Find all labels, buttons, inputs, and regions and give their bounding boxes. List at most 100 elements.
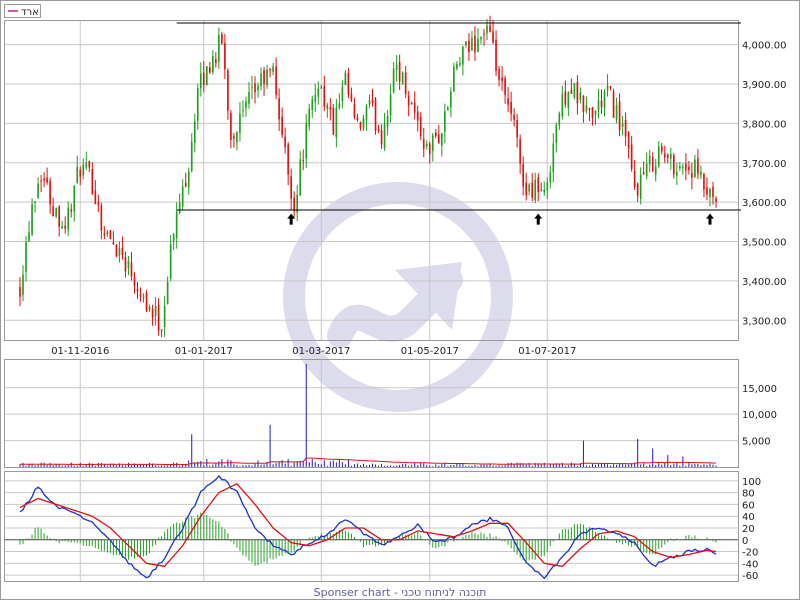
candle-body bbox=[450, 91, 452, 108]
candle-body bbox=[468, 40, 470, 53]
candle-body bbox=[440, 133, 443, 146]
price-tick-label: 3,300.00 bbox=[742, 316, 787, 327]
candle-body bbox=[79, 169, 82, 177]
candle-body bbox=[58, 206, 60, 227]
x-tick-label: 01-05-2017 bbox=[401, 346, 459, 357]
candle-body bbox=[465, 41, 467, 46]
candle-body bbox=[311, 99, 314, 110]
candle-body bbox=[582, 96, 585, 112]
candle-body bbox=[676, 171, 678, 176]
candle-body bbox=[627, 132, 630, 149]
candle-body bbox=[25, 242, 27, 272]
candle-body bbox=[591, 107, 594, 118]
candle-body bbox=[477, 38, 479, 53]
candle-body bbox=[40, 180, 42, 182]
candle-body bbox=[305, 122, 308, 159]
candle-body bbox=[416, 111, 419, 121]
candle-body bbox=[679, 166, 681, 169]
candle-body bbox=[504, 78, 506, 96]
price-tick-label: 3,600.00 bbox=[742, 198, 787, 209]
candle-body bbox=[154, 305, 157, 316]
candle-body bbox=[682, 166, 684, 169]
candle-body bbox=[706, 187, 708, 195]
candle-body bbox=[46, 177, 48, 183]
x-tick-label: 01-07-2017 bbox=[518, 346, 576, 357]
candle-body bbox=[404, 72, 407, 95]
candle-body bbox=[31, 204, 33, 235]
candle-body bbox=[437, 134, 440, 143]
candle-body bbox=[323, 86, 326, 108]
candle-body bbox=[76, 166, 79, 183]
candle-body bbox=[260, 73, 262, 86]
candle-body bbox=[356, 117, 359, 121]
outer-border bbox=[0, 0, 800, 600]
x-tick-label: 01-03-2017 bbox=[292, 346, 350, 357]
candle-body bbox=[531, 182, 534, 198]
candle-body bbox=[621, 123, 624, 127]
price-tick-label: 3,900.00 bbox=[742, 80, 787, 91]
candle-body bbox=[106, 231, 109, 235]
price-tick-label: 3,800.00 bbox=[742, 119, 787, 130]
candle-body bbox=[329, 107, 332, 110]
candle-body bbox=[347, 72, 350, 95]
candle-body bbox=[660, 146, 663, 152]
candle-body bbox=[516, 120, 518, 138]
candle-body bbox=[501, 77, 503, 82]
candle-body bbox=[507, 98, 509, 105]
candle-body bbox=[567, 92, 570, 108]
candle-body bbox=[462, 46, 464, 65]
candle-body bbox=[486, 25, 488, 34]
macd-tick-label: -60 bbox=[742, 571, 758, 582]
candle-body bbox=[549, 172, 552, 183]
candle-body bbox=[233, 136, 235, 139]
candle-body bbox=[181, 186, 184, 207]
candle-body bbox=[254, 83, 256, 93]
candle-body bbox=[636, 183, 639, 196]
candle-body bbox=[576, 82, 579, 104]
candle-body bbox=[52, 206, 54, 217]
candle-body bbox=[278, 98, 280, 120]
candle-body bbox=[666, 154, 669, 158]
candle-body bbox=[124, 257, 127, 272]
candle-body bbox=[624, 119, 627, 137]
candle-body bbox=[456, 63, 458, 69]
x-tick-label: 01-11-2016 bbox=[51, 346, 109, 357]
candle-body bbox=[672, 155, 675, 175]
candle-body bbox=[248, 92, 250, 104]
candle-body bbox=[691, 172, 693, 178]
candle-body bbox=[160, 329, 163, 331]
candle-body bbox=[287, 144, 289, 175]
legend[interactable]: ארד bbox=[4, 4, 41, 19]
candle-body bbox=[202, 72, 205, 86]
candle-body bbox=[263, 70, 265, 84]
candle-body bbox=[193, 121, 196, 143]
candle-body bbox=[561, 94, 564, 117]
candle-body bbox=[519, 139, 521, 164]
candle-body bbox=[73, 185, 76, 212]
candle-body bbox=[326, 104, 329, 109]
candle-body bbox=[139, 294, 142, 297]
candle-body bbox=[618, 101, 621, 130]
candle-body bbox=[218, 35, 220, 62]
candle-body bbox=[55, 207, 57, 217]
candle-body bbox=[585, 105, 588, 112]
candle-body bbox=[350, 94, 353, 101]
candle-body bbox=[359, 122, 362, 128]
candle-body bbox=[555, 124, 558, 143]
candle-body bbox=[163, 306, 166, 327]
candle-body bbox=[338, 103, 341, 108]
candle-body bbox=[341, 87, 344, 102]
candle-body bbox=[28, 231, 30, 242]
candle-body bbox=[513, 114, 515, 120]
candle-body bbox=[133, 277, 136, 286]
candle-body bbox=[112, 242, 115, 245]
candle-body bbox=[609, 86, 612, 89]
candle-body bbox=[230, 113, 232, 140]
candle-body bbox=[639, 174, 642, 199]
candle-body bbox=[630, 144, 633, 170]
candle-body bbox=[715, 198, 717, 202]
candle-body bbox=[118, 248, 121, 256]
candle-body bbox=[654, 166, 657, 175]
candle-body bbox=[648, 155, 651, 165]
candle-body bbox=[34, 201, 36, 203]
